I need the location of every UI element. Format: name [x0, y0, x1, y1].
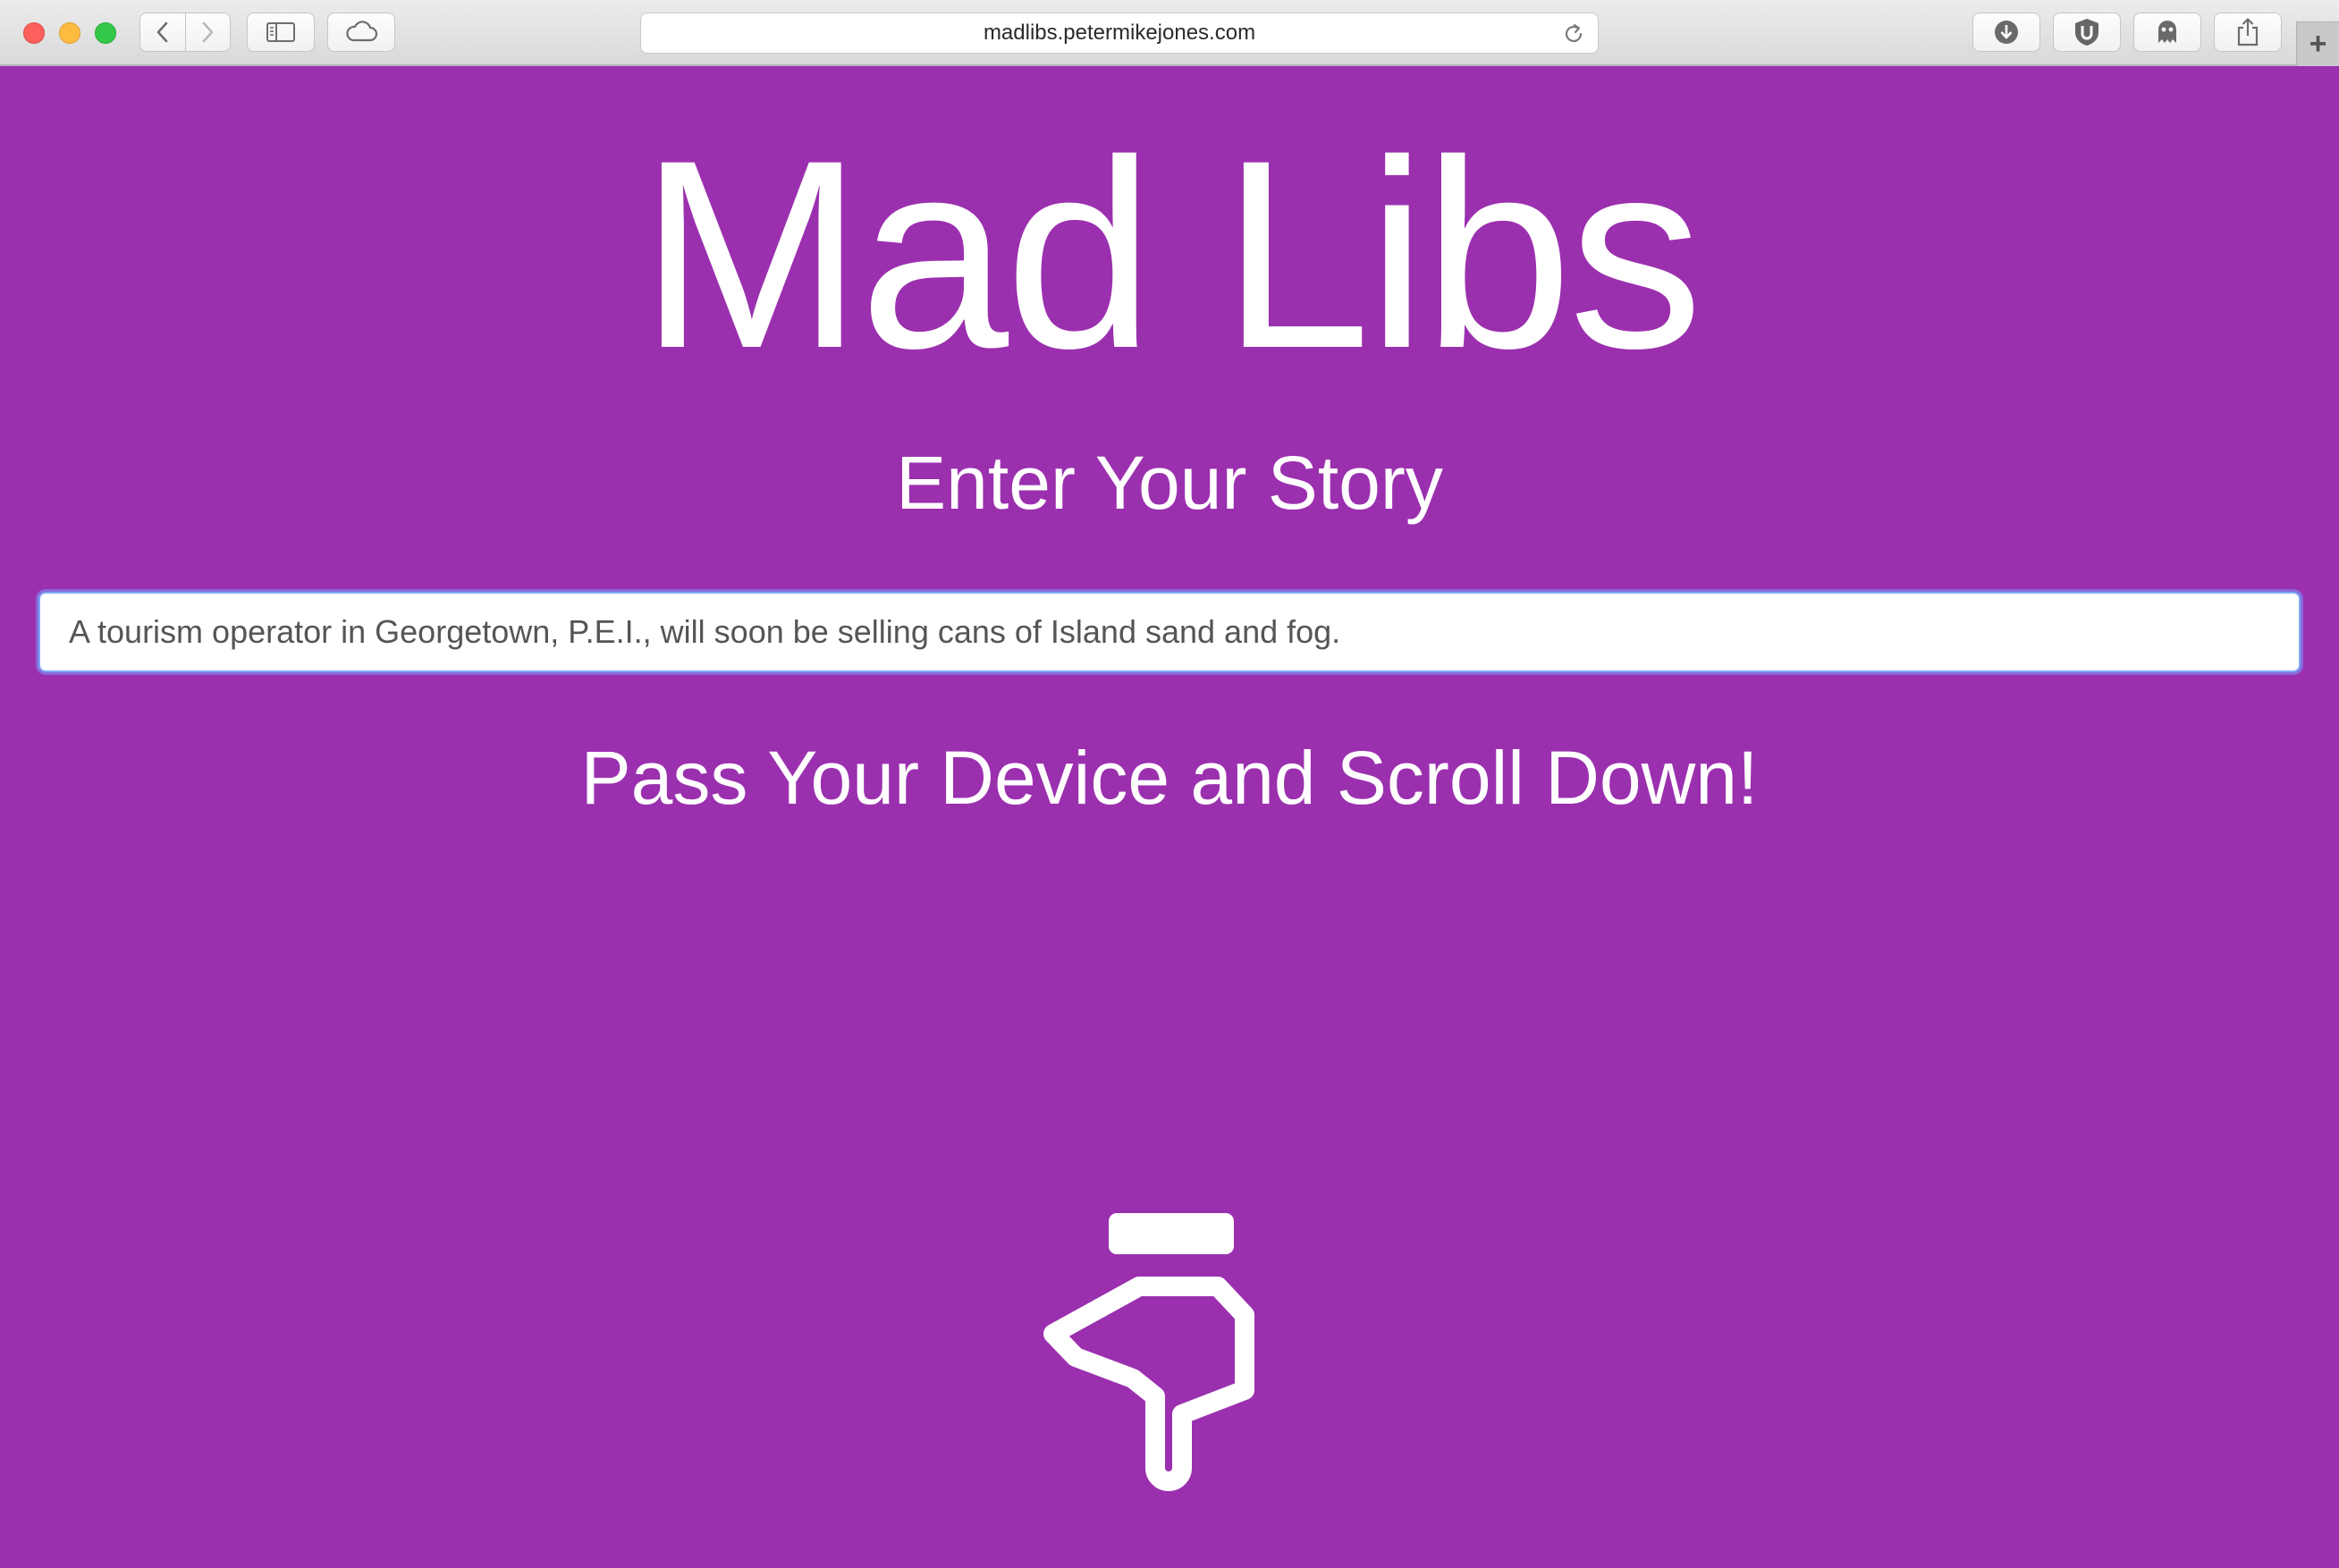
- story-input[interactable]: [38, 592, 2301, 672]
- minimize-window-button[interactable]: [59, 22, 80, 44]
- downloads-button[interactable]: [1972, 13, 2040, 52]
- zoom-window-button[interactable]: [95, 22, 116, 44]
- ghost-icon: [2158, 21, 2176, 43]
- download-icon: [1995, 21, 2018, 44]
- ublock-extension-button[interactable]: [2053, 13, 2121, 52]
- share-button[interactable]: [2214, 13, 2282, 52]
- chevron-right-icon: [202, 21, 214, 43]
- icloud-tabs-button[interactable]: [327, 13, 395, 52]
- navigation-buttons: [139, 13, 231, 52]
- cloud-icon: [346, 21, 378, 42]
- browser-toolbar: madlibs.petermikejones.com +: [0, 0, 2339, 66]
- ghostery-extension-button[interactable]: [2133, 13, 2201, 52]
- instruction-text: Pass Your Device and Scroll Down!: [580, 736, 1759, 820]
- share-icon: [2237, 18, 2259, 46]
- reload-button[interactable]: [1562, 22, 1585, 50]
- address-url: madlibs.petermikejones.com: [983, 21, 1256, 45]
- sidebar-icon: [266, 22, 295, 42]
- reload-icon: [1565, 23, 1583, 42]
- forward-button[interactable]: [185, 13, 230, 51]
- close-window-button[interactable]: [23, 22, 45, 44]
- new-tab-button[interactable]: +: [2296, 21, 2339, 66]
- page-title: Mad Libs: [639, 104, 1702, 404]
- browser-window: madlibs.petermikejones.com + Mad Libs En…: [0, 0, 2339, 1568]
- address-bar[interactable]: madlibs.petermikejones.com: [640, 13, 1599, 54]
- ublock-shield-icon: [2075, 19, 2098, 46]
- story-prompt-heading: Enter Your Story: [896, 441, 1443, 525]
- pointing-down-hand-icon: [1043, 1213, 1254, 1491]
- sidebar-toggle-button[interactable]: [247, 13, 315, 52]
- back-button[interactable]: [140, 13, 185, 51]
- page-content: Mad Libs Enter Your Story Pass Your Devi…: [0, 66, 2339, 1568]
- chevron-left-icon: [156, 21, 168, 43]
